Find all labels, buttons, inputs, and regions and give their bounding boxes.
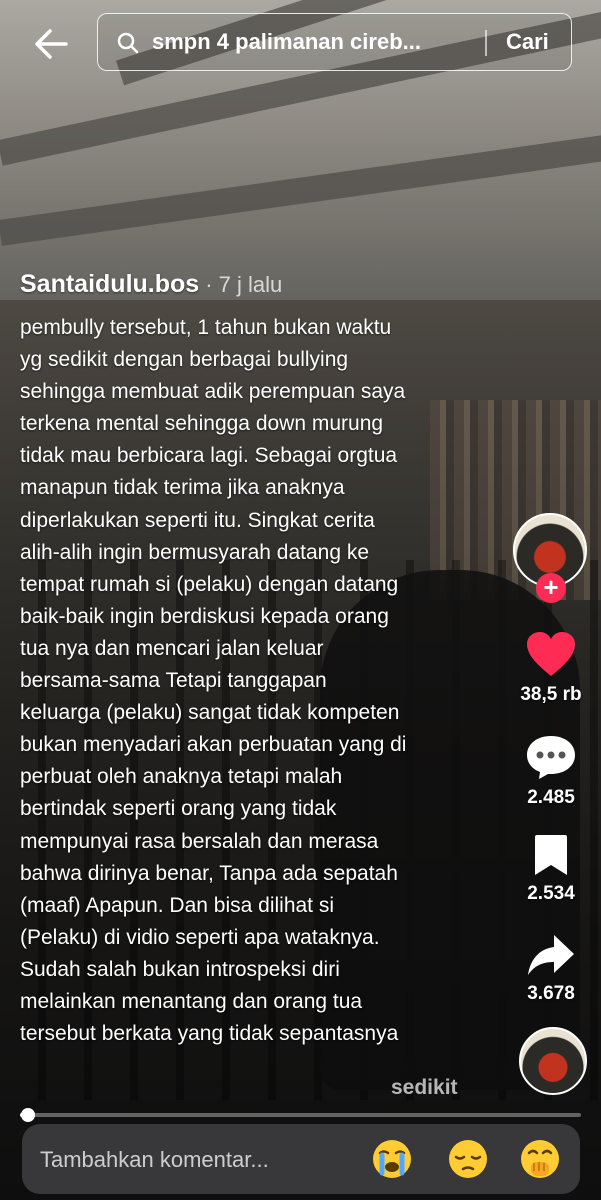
- hand-over-mouth-icon: [521, 1140, 559, 1178]
- caption-line: tua nya dan mencari jalan keluar: [20, 636, 324, 660]
- bookmark-count: 2.534: [527, 883, 575, 904]
- caption-line: tidak mau berbicara lagi. Sebagai orgtua: [20, 444, 398, 468]
- caption-line: diperlakukan seperti itu. Singkat cerita: [20, 508, 375, 532]
- bookmark-icon: [535, 835, 567, 875]
- pensive-face-icon: [449, 1140, 487, 1178]
- sound-avatar[interactable]: [519, 1027, 587, 1095]
- share-count: 3.678: [527, 983, 575, 1004]
- comment-input[interactable]: Tambahkan komentar...: [40, 1147, 269, 1173]
- comment-icon: [527, 736, 575, 779]
- caption-line: tersebut berkata yang tidak sepantasnya: [20, 1022, 399, 1046]
- caption-line: yg sedikit dengan berbagai bullying: [20, 348, 349, 372]
- search-divider: [485, 30, 487, 56]
- caption-line: terkena mental sehingga down murung: [20, 412, 384, 436]
- comment-count: 2.485: [527, 787, 575, 808]
- comment-bar: Tambahkan komentar...: [22, 1124, 580, 1194]
- caption-line: pembully tersebut, 1 tahun bukan waktu: [20, 316, 392, 339]
- caption-line: perbuat oleh anaknya tetapi malah: [20, 765, 343, 789]
- pensive-emoji-button[interactable]: [446, 1137, 490, 1181]
- caption-line: bukan menyadari akan perbuatan yang di: [20, 733, 407, 757]
- like-count: 38,5 rb: [520, 684, 582, 705]
- caption-line: Sudah salah bukan introspeksi diri: [20, 957, 340, 981]
- crying-emoji-button[interactable]: [370, 1137, 414, 1181]
- post-time: · 7 j lalu: [205, 272, 283, 297]
- caption-text: pembully tersebut, 1 tahun bukan waktu y…: [20, 312, 490, 1050]
- search-input[interactable]: smpn 4 palimanan cireb...: [152, 29, 507, 55]
- author-row: Santaidulu.bos · 7 j lalu: [20, 270, 282, 299]
- playback-progress[interactable]: [20, 1108, 581, 1122]
- caption-line: bersama-sama Tetapi tanggapan: [20, 669, 327, 693]
- caption-line: mempunyai rasa bersalah dan merasa: [20, 829, 379, 853]
- comment-button[interactable]: 2.485: [511, 733, 591, 809]
- caption-line: manapun tidak terima jika anaknya: [20, 476, 345, 500]
- caption-line: baik-baik ingin berdiskusi kepada orang: [20, 604, 389, 628]
- hand-over-mouth-emoji-button[interactable]: [518, 1137, 562, 1181]
- caption-line: (maaf) Apapun. Dan bisa dilihat si: [20, 893, 335, 917]
- search-submit-button[interactable]: Cari: [506, 29, 549, 55]
- caption-line: bahwa dirinya benar, Tanpa ada sepatah: [20, 861, 398, 885]
- bookmark-button[interactable]: 2.534: [511, 833, 591, 905]
- like-button[interactable]: 38,5 rb: [511, 630, 591, 706]
- back-button[interactable]: [30, 24, 74, 64]
- caption-line: tempat rumah si (pelaku) dengan datang: [20, 572, 399, 596]
- caption-line: bertindak seperti orang yang tidak: [20, 797, 337, 821]
- search-icon: [117, 32, 139, 54]
- caption-line: (Pelaku) di vidio seperti apa wataknya.: [20, 925, 380, 949]
- caption-line: alih-alih ingin bermusyarah datang ke: [20, 540, 370, 564]
- show-less-button[interactable]: sedikit: [391, 1076, 458, 1100]
- heart-icon: [527, 632, 575, 676]
- back-arrow-icon: [35, 29, 68, 59]
- author-name[interactable]: Santaidulu.bos: [20, 270, 199, 298]
- share-icon: [528, 935, 574, 975]
- share-button[interactable]: 3.678: [511, 933, 591, 1005]
- crying-face-icon: [373, 1140, 411, 1178]
- caption-line: melainkan menantang dan orang tua: [20, 989, 363, 1013]
- caption-line: keluarga (pelaku) sangat tidak kompeten: [20, 701, 400, 725]
- caption-line: sehingga membuat adik perempuan saya: [20, 380, 406, 404]
- search-bar[interactable]: smpn 4 palimanan cireb... Cari: [97, 13, 572, 71]
- follow-button[interactable]: +: [536, 573, 566, 603]
